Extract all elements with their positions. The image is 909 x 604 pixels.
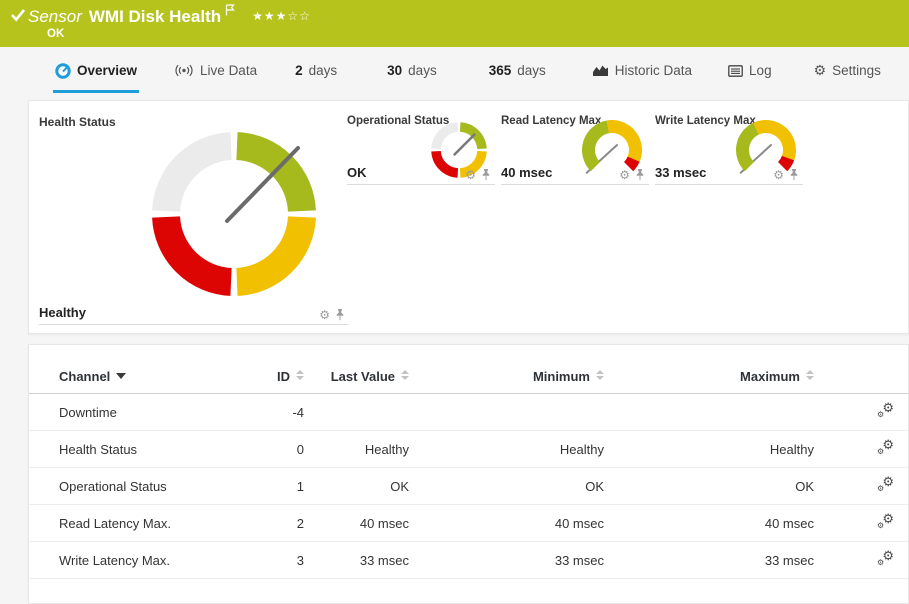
channel-settings-icon[interactable]: ⚙ ⚙	[877, 548, 894, 567]
tab-30-days[interactable]: 30 days	[387, 47, 437, 94]
cell-id: 2	[259, 504, 304, 542]
cell-channel[interactable]: Write Latency Max.	[29, 541, 259, 579]
cell-last-value: Healthy	[304, 430, 409, 468]
cell-last-value: 33 msec	[304, 541, 409, 579]
col-header-last-value[interactable]: Last Value	[304, 359, 409, 394]
gauge-value: OK	[347, 165, 367, 180]
tab-live-data[interactable]: Live Data	[174, 47, 257, 94]
table-header-row: Channel ID Last Value Minimum Maximum	[29, 359, 908, 394]
cell-minimum: Healthy	[409, 430, 604, 468]
gear-icon[interactable]: ⚙	[319, 309, 330, 321]
tab-log[interactable]: Log	[728, 47, 772, 94]
log-icon	[728, 64, 743, 77]
cell-channel[interactable]: Operational Status	[29, 467, 259, 505]
overview-gauges-panel: Health Status Healthy ⚙ Operational Stat…	[28, 100, 909, 334]
gauge-value: 40 msec	[501, 165, 553, 180]
cell-maximum: Healthy	[604, 430, 814, 468]
cell-id: 0	[259, 430, 304, 468]
table-row[interactable]: Operational Status 1 OK OK OK ⚙ ⚙	[29, 467, 908, 505]
table-row[interactable]: Read Latency Max. 2 40 msec 40 msec 40 m…	[29, 504, 908, 542]
tab-bar: Overview Live Data 2 days 30 days 365 days …	[0, 47, 909, 94]
flag-icon[interactable]	[225, 4, 236, 16]
cell-maximum: 40 msec	[604, 504, 814, 542]
channel-table: Channel ID Last Value Minimum Maximum Do…	[29, 359, 908, 579]
channel-settings-icon[interactable]: ⚙ ⚙	[877, 511, 894, 530]
cell-last-value	[304, 393, 409, 431]
cell-maximum	[604, 393, 814, 431]
sort-icon	[296, 370, 304, 380]
cell-maximum: 33 msec	[604, 541, 814, 579]
col-header-id[interactable]: ID	[259, 359, 304, 394]
gauge-tile-operational-status[interactable]: Operational Status OK ⚙	[347, 111, 495, 185]
sort-desc-icon	[116, 373, 127, 379]
pin-icon[interactable]	[481, 169, 491, 181]
gauge-title: Health Status	[39, 115, 116, 129]
priority-stars[interactable]: ★★★☆☆	[252, 9, 311, 23]
gauge-needle	[453, 133, 476, 156]
cell-id: 1	[259, 467, 304, 505]
sort-icon	[806, 370, 814, 380]
col-header-channel[interactable]: Channel	[29, 359, 259, 394]
historic-data-icon	[592, 65, 608, 76]
sort-icon	[596, 370, 604, 380]
gauge-value: 33 msec	[655, 165, 707, 180]
status-badge: OK	[47, 28, 65, 40]
pin-icon[interactable]	[335, 309, 345, 321]
cell-maximum: OK	[604, 467, 814, 505]
sensor-kind-label: Sensor	[28, 7, 82, 26]
channel-settings-icon[interactable]: ⚙ ⚙	[877, 474, 894, 493]
tab-2-days[interactable]: 2 days	[295, 47, 337, 94]
cell-channel[interactable]: Health Status	[29, 430, 259, 468]
channel-table-panel: Channel ID Last Value Minimum Maximum Do…	[28, 344, 909, 604]
cell-id: 3	[259, 541, 304, 579]
cell-last-value: 40 msec	[304, 504, 409, 542]
gauge-tile-read-latency[interactable]: Read Latency Max. 40 msec ⚙	[501, 111, 649, 185]
table-row[interactable]: Downtime -4 ⚙ ⚙	[29, 393, 908, 431]
tab-historic-data[interactable]: Historic Data	[592, 47, 692, 94]
gear-icon[interactable]: ⚙	[619, 169, 630, 181]
sort-icon	[401, 370, 409, 380]
pin-icon[interactable]	[789, 169, 799, 181]
table-row[interactable]: Health Status 0 Healthy Healthy Healthy …	[29, 430, 908, 468]
page-title: WMI Disk Health	[88, 7, 222, 26]
tab-settings[interactable]: ⚙ Settings	[814, 47, 881, 94]
table-row[interactable]: Write Latency Max. 3 33 msec 33 msec 33 …	[29, 541, 908, 579]
gear-icon[interactable]: ⚙	[773, 169, 784, 181]
channel-settings-icon[interactable]: ⚙ ⚙	[877, 400, 894, 419]
settings-icon: ⚙	[813, 62, 827, 78]
sensor-header: Sensor WMI Disk Health ★★★☆☆ OK	[0, 0, 909, 47]
gauge-value: Healthy	[39, 305, 86, 320]
gear-icon[interactable]: ⚙	[465, 169, 476, 181]
col-header-minimum[interactable]: Minimum	[409, 359, 604, 394]
cell-minimum	[409, 393, 604, 431]
cell-minimum: 33 msec	[409, 541, 604, 579]
gauge-tile-health-status[interactable]: Health Status Healthy ⚙	[39, 107, 349, 325]
cell-channel[interactable]: Read Latency Max.	[29, 504, 259, 542]
col-header-maximum[interactable]: Maximum	[604, 359, 814, 394]
pin-icon[interactable]	[635, 169, 645, 181]
channel-settings-icon[interactable]: ⚙ ⚙	[877, 437, 894, 456]
cell-minimum: 40 msec	[409, 504, 604, 542]
check-icon	[11, 9, 26, 22]
tab-overview[interactable]: Overview	[52, 47, 140, 94]
health-status-gauge	[152, 132, 316, 296]
tab-365-days[interactable]: 365 days	[489, 47, 546, 94]
cell-minimum: OK	[409, 467, 604, 505]
gauge-icon	[55, 62, 71, 79]
cell-last-value: OK	[304, 467, 409, 505]
cell-id: -4	[259, 393, 304, 431]
cell-channel[interactable]: Downtime	[29, 393, 259, 431]
gauge-tile-write-latency[interactable]: Write Latency Max. 33 msec ⚙	[655, 111, 803, 185]
live-data-icon	[175, 64, 193, 77]
